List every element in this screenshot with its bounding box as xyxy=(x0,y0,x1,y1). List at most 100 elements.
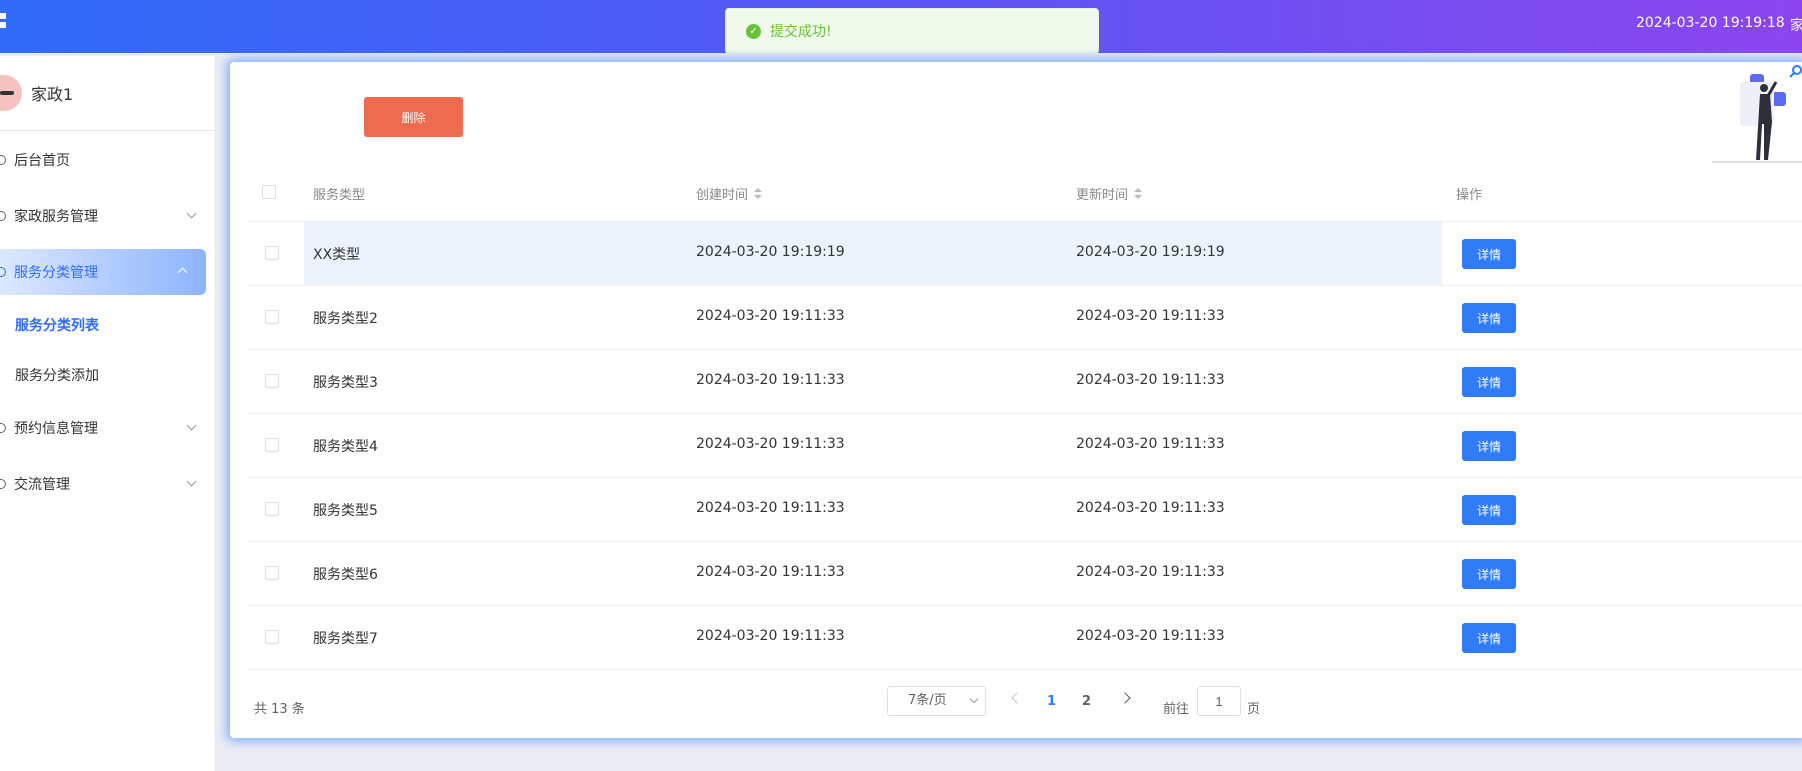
row-checkbox[interactable] xyxy=(265,566,279,580)
cell-type: XX类型 xyxy=(313,247,361,263)
booking-icon xyxy=(0,423,6,433)
detail-button[interactable]: 详情 xyxy=(1462,623,1516,653)
sidebar-item-label: 预约信息管理 xyxy=(14,421,98,437)
table-row[interactable]: 服务类型3 2024-03-20 19:11:33 2024-03-20 19:… xyxy=(250,350,1802,414)
cell-created: 2024-03-20 19:19:19 xyxy=(696,244,845,260)
profile: 家政1 xyxy=(0,56,215,131)
cell-created: 2024-03-20 19:11:33 xyxy=(696,564,845,580)
cell-type: 服务类型7 xyxy=(313,631,378,647)
detail-button[interactable]: 详情 xyxy=(1462,559,1516,589)
toast-message: 提交成功! xyxy=(770,24,832,40)
table-row[interactable]: XX类型 2024-03-20 19:19:19 2024-03-20 19:1… xyxy=(250,222,1802,286)
table-row[interactable]: 服务类型6 2024-03-20 19:11:33 2024-03-20 19:… xyxy=(250,542,1802,606)
row-checkbox[interactable] xyxy=(265,630,279,644)
detail-button[interactable]: 详情 xyxy=(1462,239,1516,269)
sidebar-item-communication-management[interactable]: 交流管理 xyxy=(0,456,215,512)
page-size-select[interactable]: 7条/页 xyxy=(887,686,986,716)
table-row[interactable]: 服务类型4 2024-03-20 19:11:33 2024-03-20 19:… xyxy=(250,414,1802,478)
category-table: 服务类型 创建时间 更新时间 操作 XX类型 2024-03-20 19:19:… xyxy=(250,164,1802,670)
service-icon xyxy=(0,211,6,221)
success-toast: ✓ 提交成功! xyxy=(725,8,1099,54)
sort-icon[interactable] xyxy=(754,187,763,200)
chevron-down-icon xyxy=(969,694,979,704)
page-2[interactable]: 2 xyxy=(1082,694,1091,709)
chevron-down-icon xyxy=(186,420,197,431)
sidebar-item-home[interactable]: 后台首页 xyxy=(0,131,215,188)
sidebar-item-booking-management[interactable]: 预约信息管理 xyxy=(0,400,215,456)
row-checkbox[interactable] xyxy=(265,374,279,388)
row-checkbox[interactable] xyxy=(265,246,279,260)
cell-updated: 2024-03-20 19:11:33 xyxy=(1076,372,1225,388)
menu-toggle-icon[interactable] xyxy=(0,13,6,33)
check-circle-icon: ✓ xyxy=(746,23,761,39)
sidebar-item-label: 交流管理 xyxy=(14,477,70,493)
sidebar-subitem-category-list[interactable]: 服务分类列表 xyxy=(0,300,215,350)
row-checkbox[interactable] xyxy=(265,438,279,452)
cell-created: 2024-03-20 19:11:33 xyxy=(696,628,845,644)
column-header-action: 操作 xyxy=(1456,188,1483,203)
column-header-updated[interactable]: 更新时间 xyxy=(1076,184,1143,203)
avatar xyxy=(0,75,22,111)
cell-type: 服务类型4 xyxy=(313,439,378,455)
table-row[interactable]: 服务类型7 2024-03-20 19:11:33 2024-03-20 19:… xyxy=(250,606,1802,670)
row-highlight xyxy=(304,222,1442,285)
cell-created: 2024-03-20 19:11:33 xyxy=(696,500,845,516)
sidebar-subitem-category-add[interactable]: 服务分类添加 xyxy=(0,350,215,400)
chat-icon xyxy=(0,479,6,489)
cell-updated: 2024-03-20 19:11:33 xyxy=(1076,500,1225,516)
chevron-down-icon xyxy=(186,476,197,487)
goto-label: 前往 xyxy=(1163,702,1190,717)
detail-button[interactable]: 详情 xyxy=(1462,367,1516,397)
cell-type: 服务类型3 xyxy=(313,375,378,391)
row-checkbox[interactable] xyxy=(265,310,279,324)
pagination-total: 共 13 条 xyxy=(254,702,305,717)
header-user-name[interactable]: 家 xyxy=(1790,15,1802,35)
cell-updated: 2024-03-20 19:11:33 xyxy=(1076,564,1225,580)
pagination: 共 13 条 7条/页 1 2 前往 页 xyxy=(230,686,1802,726)
home-icon xyxy=(0,154,6,165)
sidebar-subitem-label: 服务分类列表 xyxy=(15,318,99,334)
sort-icon[interactable] xyxy=(1134,187,1143,200)
sidebar-item-label: 服务分类管理 xyxy=(14,265,98,281)
table-row[interactable]: 服务类型2 2024-03-20 19:11:33 2024-03-20 19:… xyxy=(250,286,1802,350)
sidebar: 家政1 后台首页 家政服务管理 服务分类管理 服务分类列表 服务分类添加 预约信… xyxy=(0,56,216,771)
main-content-card: 删除 服务类型 创建时间 更新时间 操作 XX类型 2024-03-20 19:… xyxy=(230,62,1802,738)
cell-created: 2024-03-20 19:11:33 xyxy=(696,372,845,388)
table-header: 服务类型 创建时间 更新时间 操作 xyxy=(250,164,1802,222)
cell-created: 2024-03-20 19:11:33 xyxy=(696,308,845,324)
header-datetime: 2024-03-20 19:19:18 xyxy=(1636,15,1785,31)
column-header-type: 服务类型 xyxy=(313,188,366,203)
detail-button[interactable]: 详情 xyxy=(1462,495,1516,525)
cell-updated: 2024-03-20 19:11:33 xyxy=(1076,436,1225,452)
chevron-down-icon xyxy=(186,208,197,219)
sidebar-item-category-management[interactable]: 服务分类管理 xyxy=(0,249,206,295)
detail-button[interactable]: 详情 xyxy=(1462,431,1516,461)
page-1[interactable]: 1 xyxy=(1047,694,1056,709)
cell-type: 服务类型5 xyxy=(313,503,378,519)
delete-button[interactable]: 删除 xyxy=(364,97,463,137)
page-size-value: 7条/页 xyxy=(908,693,947,708)
select-all-checkbox[interactable] xyxy=(262,185,276,199)
profile-name: 家政1 xyxy=(31,85,74,104)
sidebar-item-service-management[interactable]: 家政服务管理 xyxy=(0,188,215,244)
chevron-up-icon xyxy=(177,267,188,278)
category-icon xyxy=(0,267,6,277)
prev-page-icon[interactable] xyxy=(1011,692,1023,704)
cell-created: 2024-03-20 19:11:33 xyxy=(696,436,845,452)
cell-updated: 2024-03-20 19:11:33 xyxy=(1076,308,1225,324)
cell-type: 服务类型2 xyxy=(313,311,378,327)
cell-type: 服务类型6 xyxy=(313,567,378,583)
row-checkbox[interactable] xyxy=(265,502,279,516)
sidebar-item-label: 后台首页 xyxy=(14,152,70,169)
sidebar-subitem-label: 服务分类添加 xyxy=(15,368,99,384)
detail-button[interactable]: 详情 xyxy=(1462,303,1516,333)
table-row[interactable]: 服务类型5 2024-03-20 19:11:33 2024-03-20 19:… xyxy=(250,478,1802,542)
goto-page-input[interactable] xyxy=(1197,686,1241,716)
next-page-icon[interactable] xyxy=(1119,692,1131,704)
person-illustration-icon xyxy=(1712,65,1802,163)
column-header-created[interactable]: 创建时间 xyxy=(696,184,763,203)
cell-updated: 2024-03-20 19:19:19 xyxy=(1076,244,1225,260)
sidebar-item-label: 家政服务管理 xyxy=(14,209,98,225)
cell-updated: 2024-03-20 19:11:33 xyxy=(1076,628,1225,644)
page-unit-label: 页 xyxy=(1247,702,1261,717)
